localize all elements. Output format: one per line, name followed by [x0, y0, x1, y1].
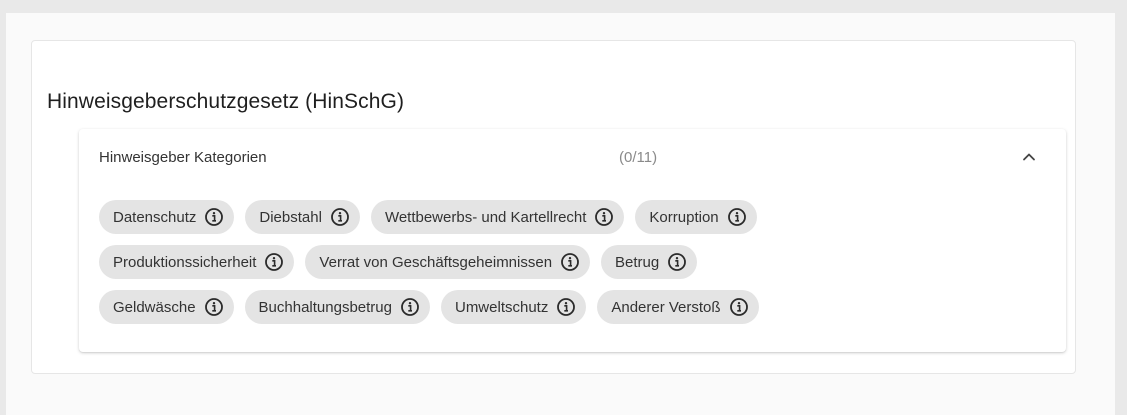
chip-label: Datenschutz	[113, 208, 197, 226]
selection-count: (0/11)	[619, 149, 658, 166]
chip-row: Datenschutz Diebstahl Wettbewerbs- und K…	[99, 200, 1049, 234]
chip-row: Geldwäsche Buchhaltungsbetrug Umweltschu…	[99, 290, 1049, 324]
chip-label: Geldwäsche	[113, 298, 196, 316]
category-chip-list: Datenschutz Diebstahl Wettbewerbs- und K…	[99, 200, 1049, 324]
chip-label: Verrat von Geschäftsgeheimnissen	[319, 253, 553, 271]
info-icon[interactable]	[594, 207, 614, 227]
info-icon[interactable]	[556, 297, 576, 317]
chip-label: Anderer Verstoß	[611, 298, 721, 316]
category-chip[interactable]: Produktionssicherheit	[99, 245, 295, 279]
category-chip[interactable]: Verrat von Geschäftsgeheimnissen	[305, 245, 591, 279]
info-icon[interactable]	[204, 297, 224, 317]
panel-label: Hinweisgeber Kategorien	[99, 149, 267, 166]
chip-label: Produktionssicherheit	[113, 253, 257, 271]
chevron-up-icon[interactable]	[1019, 147, 1039, 167]
categories-panel: Hinweisgeber Kategorien (0/11) Datenschu…	[79, 129, 1066, 352]
category-chip[interactable]: Umweltschutz	[440, 290, 587, 324]
chip-label: Betrug	[615, 253, 660, 271]
info-icon[interactable]	[729, 297, 749, 317]
category-chip[interactable]: Geldwäsche	[99, 290, 234, 324]
card-title: Hinweisgeberschutzgesetz (HinSchG)	[47, 90, 405, 113]
chip-row: Produktionssicherheit Verrat von Geschäf…	[99, 245, 1049, 279]
category-chip[interactable]: Diebstahl	[245, 200, 360, 234]
info-icon[interactable]	[400, 297, 420, 317]
categories-panel-header[interactable]: Hinweisgeber Kategorien (0/11)	[79, 129, 1066, 187]
category-chip[interactable]: Buchhaltungsbetrug	[244, 290, 430, 324]
info-icon[interactable]	[330, 207, 350, 227]
info-icon[interactable]	[727, 207, 747, 227]
chip-label: Wettbewerbs- und Kartellrecht	[384, 208, 587, 226]
info-icon[interactable]	[264, 252, 284, 272]
category-chip[interactable]: Anderer Verstoß	[597, 290, 759, 324]
chip-label: Korruption	[649, 208, 719, 226]
info-icon[interactable]	[204, 207, 224, 227]
category-chip[interactable]: Wettbewerbs- und Kartellrecht	[370, 200, 625, 234]
category-chip[interactable]: Datenschutz	[99, 200, 235, 234]
chip-label: Diebstahl	[259, 208, 322, 226]
category-chip[interactable]: Korruption	[635, 200, 757, 234]
category-chip[interactable]: Betrug	[601, 245, 698, 279]
info-icon[interactable]	[667, 252, 687, 272]
chip-label: Buchhaltungsbetrug	[258, 298, 392, 316]
chip-label: Umweltschutz	[454, 298, 549, 316]
info-icon[interactable]	[560, 252, 580, 272]
